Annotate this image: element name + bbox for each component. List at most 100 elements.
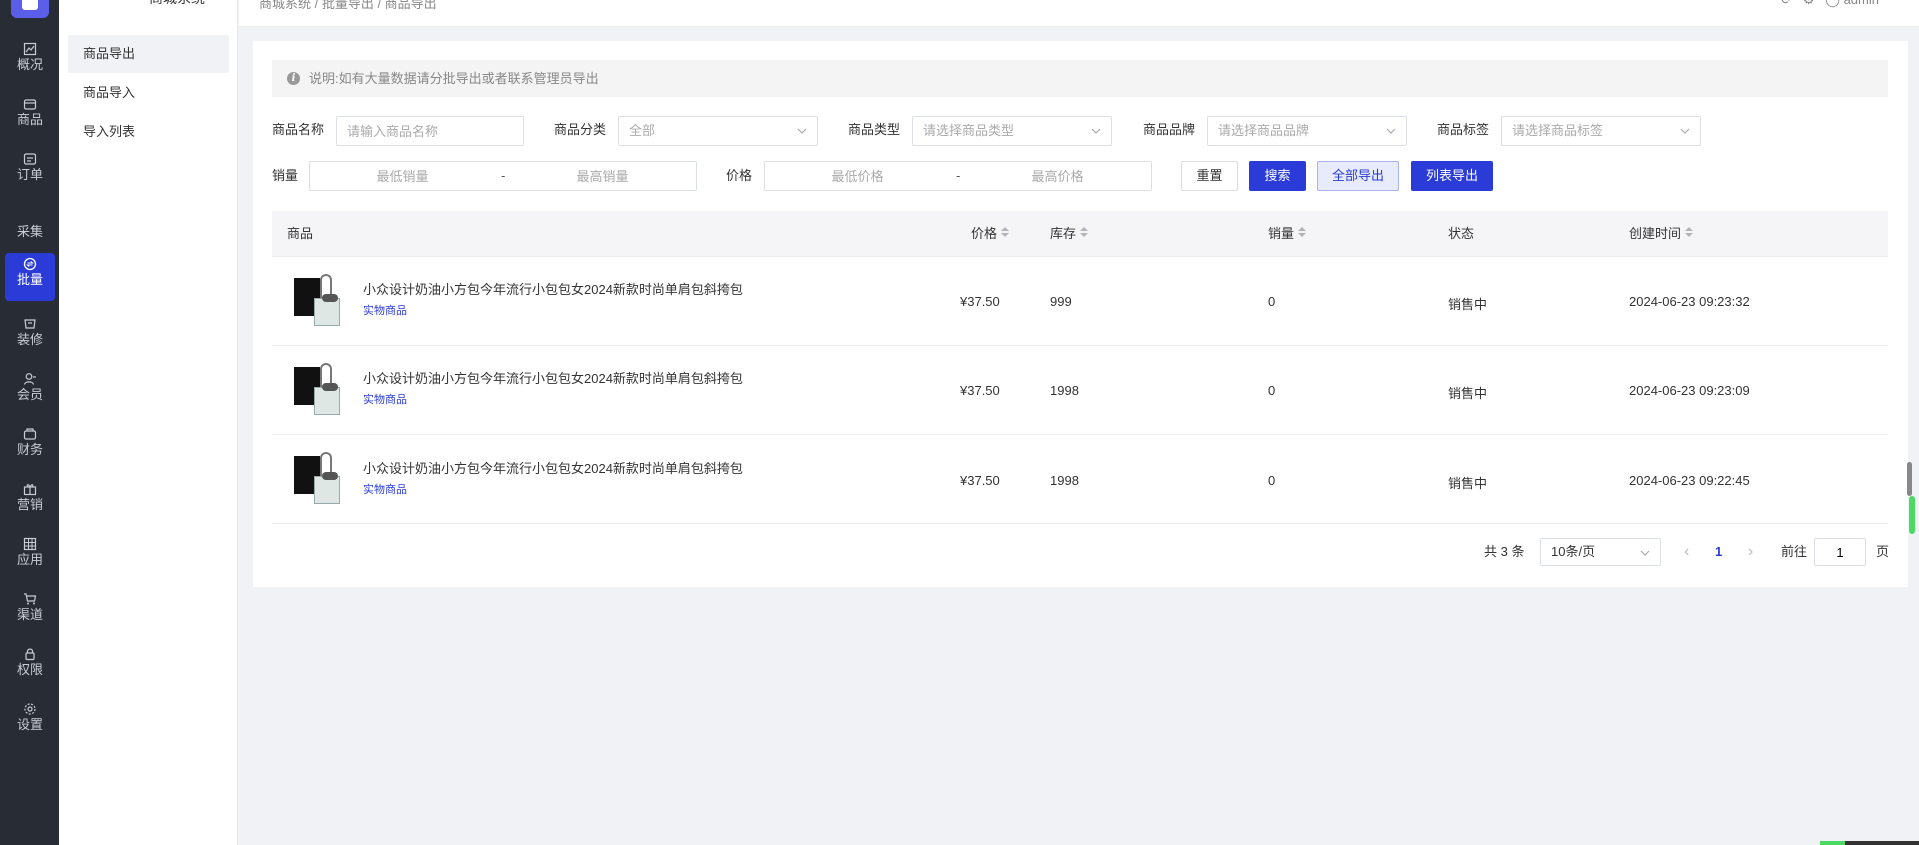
user-menu[interactable]: ⟳ ⚙ ◯ admin: [1781, 0, 1879, 8]
price-min-input[interactable]: [765, 162, 950, 190]
category-select[interactable]: 全部: [618, 116, 818, 146]
nav-finance[interactable]: 财务: [5, 423, 55, 471]
product-type-tag: 实物商品: [363, 305, 407, 317]
product-type-tag: 实物商品: [363, 394, 407, 406]
reset-button[interactable]: 重置: [1181, 161, 1238, 191]
sort-icon[interactable]: [1685, 227, 1694, 239]
submenu-product-export[interactable]: 商品导出: [68, 35, 229, 73]
status-cell: 销售中: [1448, 297, 1488, 312]
app-logo[interactable]: [11, 0, 49, 18]
type-select[interactable]: 请选择商品类型: [912, 116, 1112, 146]
product-name: 小众设计奶油小方包今年流行小包包女2024新款时尚单肩包斜挎包: [363, 461, 743, 476]
filter-category-label: 商品分类: [554, 122, 607, 137]
prev-page-button[interactable]: ‹: [1684, 538, 1689, 566]
table-row: 小众设计奶油小方包今年流行小包包女2024新款时尚单肩包斜挎包 实物商品 ¥37…: [272, 257, 1888, 346]
product-name: 小众设计奶油小方包今年流行小包包女2024新款时尚单肩包斜挎包: [363, 371, 743, 386]
submenu-import-list[interactable]: 导入列表: [68, 113, 229, 151]
scrollbar-thumb[interactable]: [1907, 462, 1912, 496]
price-max-input[interactable]: [965, 162, 1150, 190]
sales-range-dash: -: [501, 168, 506, 183]
notice-text: 说明:如有大量数据请分批导出或者联系管理员导出: [309, 71, 599, 86]
table-row: 小众设计奶油小方包今年流行小包包女2024新款时尚单肩包斜挎包 实物商品 ¥37…: [272, 346, 1888, 435]
price-cell: ¥37.50: [960, 294, 1000, 309]
nav-members[interactable]: 会员: [5, 368, 55, 416]
avatar[interactable]: ◯: [1825, 0, 1840, 7]
product-thumbnail: [292, 450, 350, 508]
created-cell: 2024-06-23 09:22:45: [1629, 473, 1750, 488]
nav-collect[interactable]: 采集: [5, 210, 55, 246]
col-stock[interactable]: 库存: [1050, 211, 1089, 257]
sort-icon[interactable]: [1080, 227, 1089, 239]
product-type-tag: 实物商品: [363, 484, 407, 496]
col-created[interactable]: 创建时间: [1629, 211, 1694, 257]
filter-price-label: 价格: [726, 168, 753, 183]
stock-cell: 999: [1050, 294, 1072, 309]
username: admin: [1844, 0, 1879, 7]
goto-label: 前往: [1781, 544, 1808, 559]
sort-icon[interactable]: [1001, 227, 1010, 239]
refresh-icon[interactable]: ⟳: [1781, 0, 1792, 7]
chevron-down-icon: [797, 128, 807, 134]
notice-bar: i 说明:如有大量数据请分批导出或者联系管理员导出: [272, 60, 1888, 97]
chart-icon: [5, 38, 55, 56]
nav-batch[interactable]: 批量: [5, 253, 55, 301]
order-icon: [5, 148, 55, 166]
submenu-product-import[interactable]: 商品导入: [68, 74, 229, 112]
filter-brand-label: 商品品牌: [1143, 122, 1196, 137]
wallet-icon: [5, 423, 55, 441]
nav-marketing[interactable]: 营销: [5, 478, 55, 526]
scroll-indicator: [1909, 496, 1915, 534]
filter-sales-label: 销量: [272, 168, 299, 183]
col-product: 商品: [287, 226, 314, 241]
price-range: -: [764, 161, 1152, 191]
nav-decorate[interactable]: 装修: [5, 313, 55, 361]
brand-select[interactable]: 请选择商品品牌: [1207, 116, 1407, 146]
sort-icon[interactable]: [1298, 227, 1307, 239]
gift-icon: [5, 478, 55, 496]
col-sales[interactable]: 销量: [1268, 211, 1307, 257]
nav-settings[interactable]: 设置: [5, 698, 55, 746]
price-cell: ¥37.50: [960, 473, 1000, 488]
sales-min-input[interactable]: [310, 162, 495, 190]
user-icon: [5, 368, 55, 386]
filter-name-label: 商品名称: [272, 122, 325, 137]
nav-channels[interactable]: 渠道: [5, 588, 55, 636]
chevron-down-icon: [1680, 128, 1690, 134]
product-name-input[interactable]: [336, 116, 524, 146]
nav-permissions[interactable]: 权限: [5, 643, 55, 691]
sales-range: -: [309, 161, 697, 191]
export-all-button[interactable]: 全部导出: [1317, 161, 1399, 191]
grid-icon: [5, 533, 55, 551]
content-card: i 说明:如有大量数据请分批导出或者联系管理员导出 商品名称 商品分类 全部 商…: [253, 41, 1908, 587]
export-list-button[interactable]: 列表导出: [1411, 161, 1493, 191]
goto-page-input[interactable]: [1814, 538, 1866, 566]
nav-apps[interactable]: 应用: [5, 533, 55, 581]
product-thumbnail: [292, 361, 350, 419]
product-name: 小众设计奶油小方包今年流行小包包女2024新款时尚单肩包斜挎包: [363, 282, 743, 297]
cart-icon: [5, 588, 55, 606]
next-page-button[interactable]: ›: [1748, 538, 1753, 566]
gear-icon: [5, 698, 55, 716]
box-icon: [5, 93, 55, 111]
tag-select[interactable]: 请选择商品标签: [1501, 116, 1701, 146]
page-size-select[interactable]: 10条/页: [1540, 538, 1661, 566]
col-price[interactable]: 价格: [971, 211, 1010, 257]
table-header: 商品 价格 库存 销量 状态 创建时间: [272, 211, 1888, 257]
sales-max-input[interactable]: [510, 162, 695, 190]
main-sidebar: 概况 商品 订单 采集 批量 装修 会员 财务 营销 应用 渠道 权限 设置: [0, 0, 59, 845]
created-cell: 2024-06-23 09:23:09: [1629, 383, 1750, 398]
search-button[interactable]: 搜索: [1249, 161, 1306, 191]
settings-icon[interactable]: ⚙: [1803, 0, 1815, 7]
filter-type-label: 商品类型: [848, 122, 901, 137]
sub-sidebar: 商城系统 商品导出 商品导入 导入列表: [59, 0, 238, 845]
info-icon: i: [287, 72, 300, 85]
chevron-down-icon: [1091, 128, 1101, 134]
product-thumbnail: [292, 272, 350, 330]
nav-products[interactable]: 商品: [5, 93, 55, 141]
top-bar: 商城系统 / 批量导出 / 商品导出 ⟳ ⚙ ◯ admin: [239, 0, 1919, 27]
nav-orders[interactable]: 订单: [5, 148, 55, 196]
page-number-1[interactable]: 1: [1715, 538, 1722, 566]
table-row: 小众设计奶油小方包今年流行小包包女2024新款时尚单肩包斜挎包 实物商品 ¥37…: [272, 435, 1888, 524]
nav-overview[interactable]: 概况: [5, 38, 55, 86]
status-strip-accent: [1820, 841, 1845, 845]
